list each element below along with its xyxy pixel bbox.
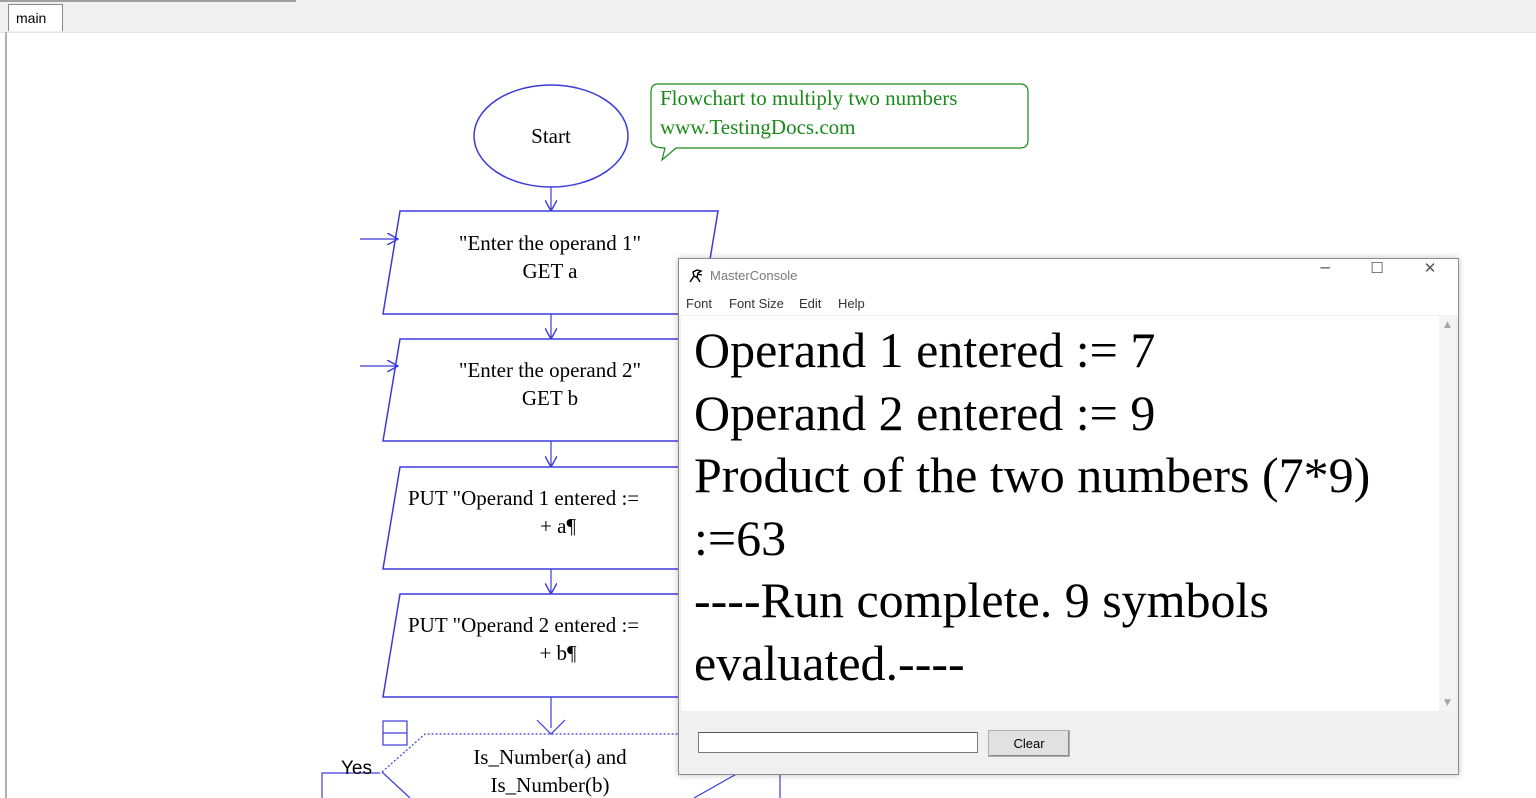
master-console-window[interactable]: MasterConsole ─ ☐ ✕ Font Font Size Edit …	[678, 258, 1459, 775]
input1-get: GET a	[522, 259, 578, 283]
decision-line-1: Is_Number(a) and	[473, 745, 627, 769]
decision-line-2: Is_Number(b)	[491, 773, 610, 797]
console-output[interactable]: Operand 1 entered := 7 Operand 2 entered…	[681, 316, 1439, 711]
input2-get: GET b	[522, 386, 578, 410]
input1-prompt: "Enter the operand 1"	[459, 231, 641, 255]
menu-edit[interactable]: Edit	[799, 296, 821, 311]
raptor-app-icon	[689, 269, 703, 283]
output2-text: PUT "Operand 2 entered :=	[408, 613, 639, 637]
console-title: MasterConsole	[710, 268, 798, 283]
maximize-button[interactable]: ☐	[1354, 259, 1400, 291]
scroll-up-arrow-icon[interactable]: ▲	[1439, 320, 1456, 330]
menu-font[interactable]: Font	[686, 296, 712, 311]
menu-font-size[interactable]: Font Size	[729, 296, 784, 311]
clear-button[interactable]: Clear	[988, 730, 1070, 757]
output1-expr: + a¶	[540, 514, 576, 538]
output-line: Product of the two numbers (7*9)	[694, 447, 1371, 503]
start-label: Start	[531, 124, 571, 148]
console-menubar: Font Font Size Edit Help	[679, 291, 1458, 315]
comment-line-1: Flowchart to multiply two numbers	[660, 86, 957, 110]
output-line: :=63	[694, 510, 787, 566]
comment-callout[interactable]: Flowchart to multiply two numbers www.Te…	[650, 83, 1029, 162]
input-operand-1[interactable]: "Enter the operand 1" GET a	[360, 210, 719, 315]
yes-label: Yes	[341, 758, 372, 779]
close-button[interactable]: ✕	[1407, 259, 1453, 291]
output-scrollbar[interactable]: ▲ ▼	[1439, 316, 1456, 711]
console-titlebar[interactable]: MasterConsole ─ ☐ ✕	[679, 259, 1458, 291]
console-input[interactable]	[698, 732, 978, 753]
output-line: Operand 2 entered := 9	[694, 385, 1156, 441]
output-line: evaluated.----	[694, 635, 965, 691]
minimize-button[interactable]: ─	[1302, 259, 1348, 291]
comment-line-2: www.TestingDocs.com	[660, 115, 855, 139]
output-operand-2[interactable]: PUT "Operand 2 entered := + b¶	[382, 593, 719, 698]
input-operand-2[interactable]: "Enter the operand 2" GET b	[360, 338, 719, 442]
output1-text: PUT "Operand 1 entered :=	[408, 486, 639, 510]
menu-help[interactable]: Help	[838, 296, 865, 311]
input2-prompt: "Enter the operand 2"	[459, 358, 641, 382]
output-line: ----Run complete. 9 symbols	[694, 572, 1269, 628]
output2-expr: + b¶	[539, 641, 577, 665]
output-line: Operand 1 entered := 7	[694, 322, 1156, 378]
output-operand-1[interactable]: PUT "Operand 1 entered := + a¶	[382, 466, 719, 570]
start-terminal[interactable]: Start	[473, 84, 629, 188]
scroll-down-arrow-icon[interactable]: ▼	[1439, 698, 1456, 708]
